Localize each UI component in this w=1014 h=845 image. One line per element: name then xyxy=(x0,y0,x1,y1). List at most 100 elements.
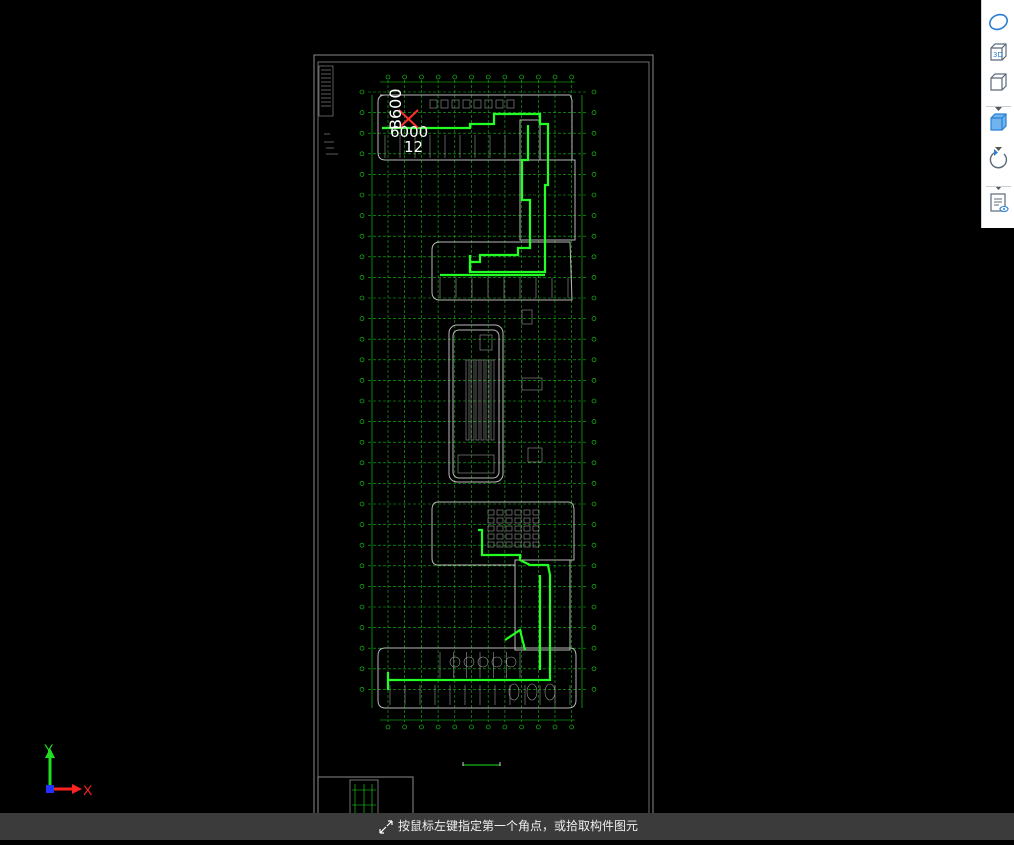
equipment-rack xyxy=(490,359,495,441)
ucs-axis-indicator: Y X xyxy=(40,742,100,798)
command-prompt-text: 按鼠标左键指定第一个角点，或拾取构件图元 xyxy=(398,819,639,833)
seat-block xyxy=(487,541,495,548)
sheet-outer-border xyxy=(313,54,654,840)
grid-axis-bubble xyxy=(359,522,365,527)
view-dropdown-arrow-icon[interactable] xyxy=(994,97,1003,111)
grid-axis-bubble xyxy=(402,74,408,80)
grid-axis-bubble xyxy=(419,74,424,80)
seat-block xyxy=(514,541,522,548)
grid-axis-bubble xyxy=(591,419,597,424)
seat-block xyxy=(505,525,513,532)
toolbar-divider xyxy=(986,106,1011,107)
grid-axis-bubble xyxy=(591,584,597,589)
fixture xyxy=(451,99,460,109)
grid-axis-bubble xyxy=(591,481,597,486)
grid-axis-bubble xyxy=(591,151,597,157)
grid-axis-bubble xyxy=(359,481,365,486)
interior-details xyxy=(384,99,571,705)
grid-axis-bubble xyxy=(359,130,365,136)
seat-block xyxy=(496,517,504,524)
grid-axis-bubble xyxy=(359,687,365,692)
round-table xyxy=(544,683,556,701)
orbit-dropdown-arrow-icon[interactable] xyxy=(994,176,1003,190)
grid-axis-bubble xyxy=(569,724,575,730)
view-ellipse-icon[interactable] xyxy=(986,10,1011,34)
room-box xyxy=(457,454,495,474)
seat-block xyxy=(487,509,495,516)
grid-axis-bubble xyxy=(359,89,365,95)
grid-axis-bubble xyxy=(359,645,365,651)
grid-axis-bubble xyxy=(359,604,365,610)
grid-axis-bubble xyxy=(359,295,365,301)
grid-axis-bubble xyxy=(359,275,365,280)
grid-axis-bubble xyxy=(519,74,524,80)
grid-axis-bubble xyxy=(359,460,365,466)
grid-axis-bubble xyxy=(591,336,597,342)
legend-block xyxy=(318,65,338,155)
seat-block xyxy=(523,541,531,548)
round-table xyxy=(526,683,538,701)
grid-axis-bubble xyxy=(359,625,365,630)
cad-viewport[interactable]: B600 6000 12 xyxy=(0,0,1014,840)
grid-axis-bubble xyxy=(591,254,597,260)
shade-dropdown-arrow-icon[interactable] xyxy=(994,137,1003,151)
grid-axis-bubble xyxy=(385,724,391,730)
round-table xyxy=(508,683,520,701)
grid-axis-bubble xyxy=(359,439,365,445)
grid-axis-bubble xyxy=(552,74,558,80)
axis-grid xyxy=(368,80,588,722)
ucs-y-label: Y xyxy=(44,741,54,757)
grid-axis-bubble xyxy=(502,74,508,80)
seat-block xyxy=(505,517,513,524)
grid-axis-bubble xyxy=(591,687,597,692)
grid-axis-bubble xyxy=(385,74,391,80)
grid-axis-bubble xyxy=(591,563,597,569)
grid-axis-bubble xyxy=(359,233,365,239)
grid-axis-bubble xyxy=(591,110,597,115)
fixture xyxy=(440,99,449,109)
command-prompt-bar: 按鼠标左键指定第一个角点，或拾取构件图元 xyxy=(0,813,1014,840)
grid-axis-bubble xyxy=(591,233,597,239)
grid-axis-bubble xyxy=(591,501,597,507)
grid-axis-bubble xyxy=(359,563,365,569)
properties-panel-icon[interactable] xyxy=(986,191,1011,215)
fixture xyxy=(473,99,482,109)
grid-axis-bubble xyxy=(591,522,597,527)
room-box xyxy=(521,377,543,391)
overlay-text-12: 12 xyxy=(404,138,423,156)
room-box xyxy=(479,334,493,351)
view-cube-filled-icon[interactable] xyxy=(986,110,1011,134)
equipment-rack xyxy=(480,359,485,441)
seat-block xyxy=(505,533,513,540)
view-3d-icon[interactable]: 3D xyxy=(986,40,1011,64)
sheet-inner-border xyxy=(317,61,650,840)
equipment-rack xyxy=(475,359,480,441)
grid-axis-bubble xyxy=(359,192,365,198)
grid-axis-bubble xyxy=(359,378,365,383)
view-cube-outline-icon[interactable] xyxy=(986,70,1011,94)
pick-corner-icon xyxy=(378,818,394,834)
grid-axis-bubble xyxy=(485,74,491,80)
grid-axis-bubble xyxy=(535,74,541,80)
seat-block xyxy=(496,509,504,516)
grid-axis-bubble xyxy=(591,275,597,280)
grid-axis-bubble xyxy=(435,74,441,80)
grid-axis-bubble xyxy=(359,542,365,548)
grid-axis-bubble xyxy=(591,398,597,404)
seat-block xyxy=(487,533,495,540)
grid-axis-bubble xyxy=(452,724,458,730)
scale-bar xyxy=(462,762,501,766)
orbit-rotate-icon[interactable] xyxy=(986,147,1011,171)
grid-axis-bubble xyxy=(435,724,441,730)
grid-axis-bubble xyxy=(359,584,365,589)
round-table xyxy=(477,656,489,668)
seat-block xyxy=(514,517,522,524)
seat-block xyxy=(496,541,504,548)
grid-axis-bubble xyxy=(359,501,365,507)
grid-axis-bubble xyxy=(519,724,524,730)
grid-axis-bubble xyxy=(419,724,424,730)
grid-axis-bubble xyxy=(402,724,408,730)
grid-axis-bubble xyxy=(452,74,458,80)
grid-axis-bubble xyxy=(359,336,365,342)
seat-block xyxy=(505,509,513,516)
